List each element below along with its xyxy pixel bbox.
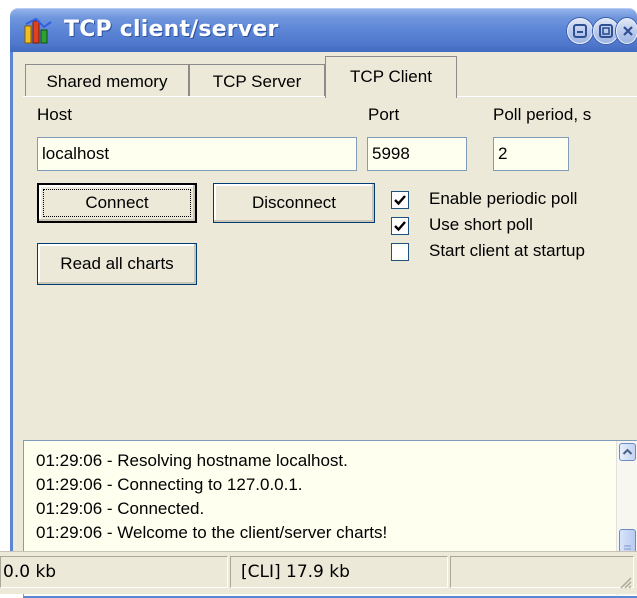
client-panel: Shared memory TCP Server TCP Client Host…	[10, 52, 637, 598]
close-icon	[623, 26, 633, 36]
log-line: 01:29:06 - Welcome to the client/server …	[36, 523, 388, 542]
enable-periodic-poll-checkbox[interactable]	[391, 191, 409, 209]
tcp-client-page: Host Port Poll period, s localhost 5998 …	[23, 96, 637, 428]
log-line: 01:29:06 - Connecting to 127.0.0.1.	[36, 475, 303, 494]
resize-grip-icon[interactable]	[617, 574, 633, 590]
start-client-at-startup-label: Start client at startup	[429, 241, 585, 260]
start-client-at-startup-option[interactable]: Start client at startup	[391, 241, 631, 263]
status-panel-left: 0.0 kb	[0, 556, 228, 588]
scroll-up-button[interactable]	[619, 443, 636, 461]
enable-periodic-poll-label: Enable periodic poll	[429, 189, 578, 208]
port-label: Port	[368, 105, 400, 124]
chart-app-icon	[24, 18, 52, 44]
checkmark-icon	[394, 221, 406, 232]
arrow-up-icon	[622, 448, 633, 455]
minimize-button[interactable]	[567, 18, 593, 44]
disconnect-button-label: Disconnect	[251, 193, 337, 212]
host-label: Host	[37, 105, 72, 124]
maximize-icon	[599, 24, 613, 38]
disconnect-button[interactable]: Disconnect	[213, 183, 375, 223]
tab-label: Shared memory	[46, 72, 168, 91]
poll-period-input[interactable]: 2	[493, 137, 569, 171]
enable-periodic-poll-option[interactable]: Enable periodic poll	[391, 189, 631, 211]
tab-label: TCP Server	[212, 72, 302, 91]
log-line: 01:29:06 - Resolving hostname localhost.	[36, 451, 348, 470]
poll-period-label: Poll period, s	[493, 105, 592, 124]
window-title: TCP client/server	[64, 17, 279, 42]
tab-tcp-client[interactable]: TCP Client	[325, 56, 457, 98]
connect-button[interactable]: Connect	[37, 183, 197, 223]
close-button[interactable]	[616, 18, 637, 44]
start-client-at-startup-checkbox[interactable]	[391, 243, 409, 261]
status-panel-right	[450, 556, 634, 588]
tab-tcp-server[interactable]: TCP Server	[189, 64, 325, 97]
log-line: 01:29:06 - Connected.	[36, 499, 205, 518]
read-all-charts-button[interactable]: Read all charts	[37, 243, 197, 285]
status-panel-middle: [CLI] 17.9 kb	[230, 556, 448, 588]
use-short-poll-option[interactable]: Use short poll	[391, 215, 631, 237]
read-all-charts-label: Read all charts	[60, 254, 174, 273]
use-short-poll-label: Use short poll	[429, 215, 533, 234]
app-window: TCP client/server Shared memory TCP Serv…	[0, 0, 637, 598]
minimize-icon	[573, 24, 587, 38]
checkmark-icon	[394, 195, 406, 206]
focus-ring	[43, 189, 191, 217]
host-input[interactable]: localhost	[37, 137, 357, 171]
tab-label: TCP Client	[350, 67, 432, 86]
tab-shared-memory[interactable]: Shared memory	[25, 64, 189, 97]
title-bar[interactable]: TCP client/server	[10, 8, 637, 53]
status-bar: 0.0 kb [CLI] 17.9 kb	[0, 551, 637, 594]
use-short-poll-checkbox[interactable]	[391, 217, 409, 235]
port-input[interactable]: 5998	[367, 137, 467, 171]
